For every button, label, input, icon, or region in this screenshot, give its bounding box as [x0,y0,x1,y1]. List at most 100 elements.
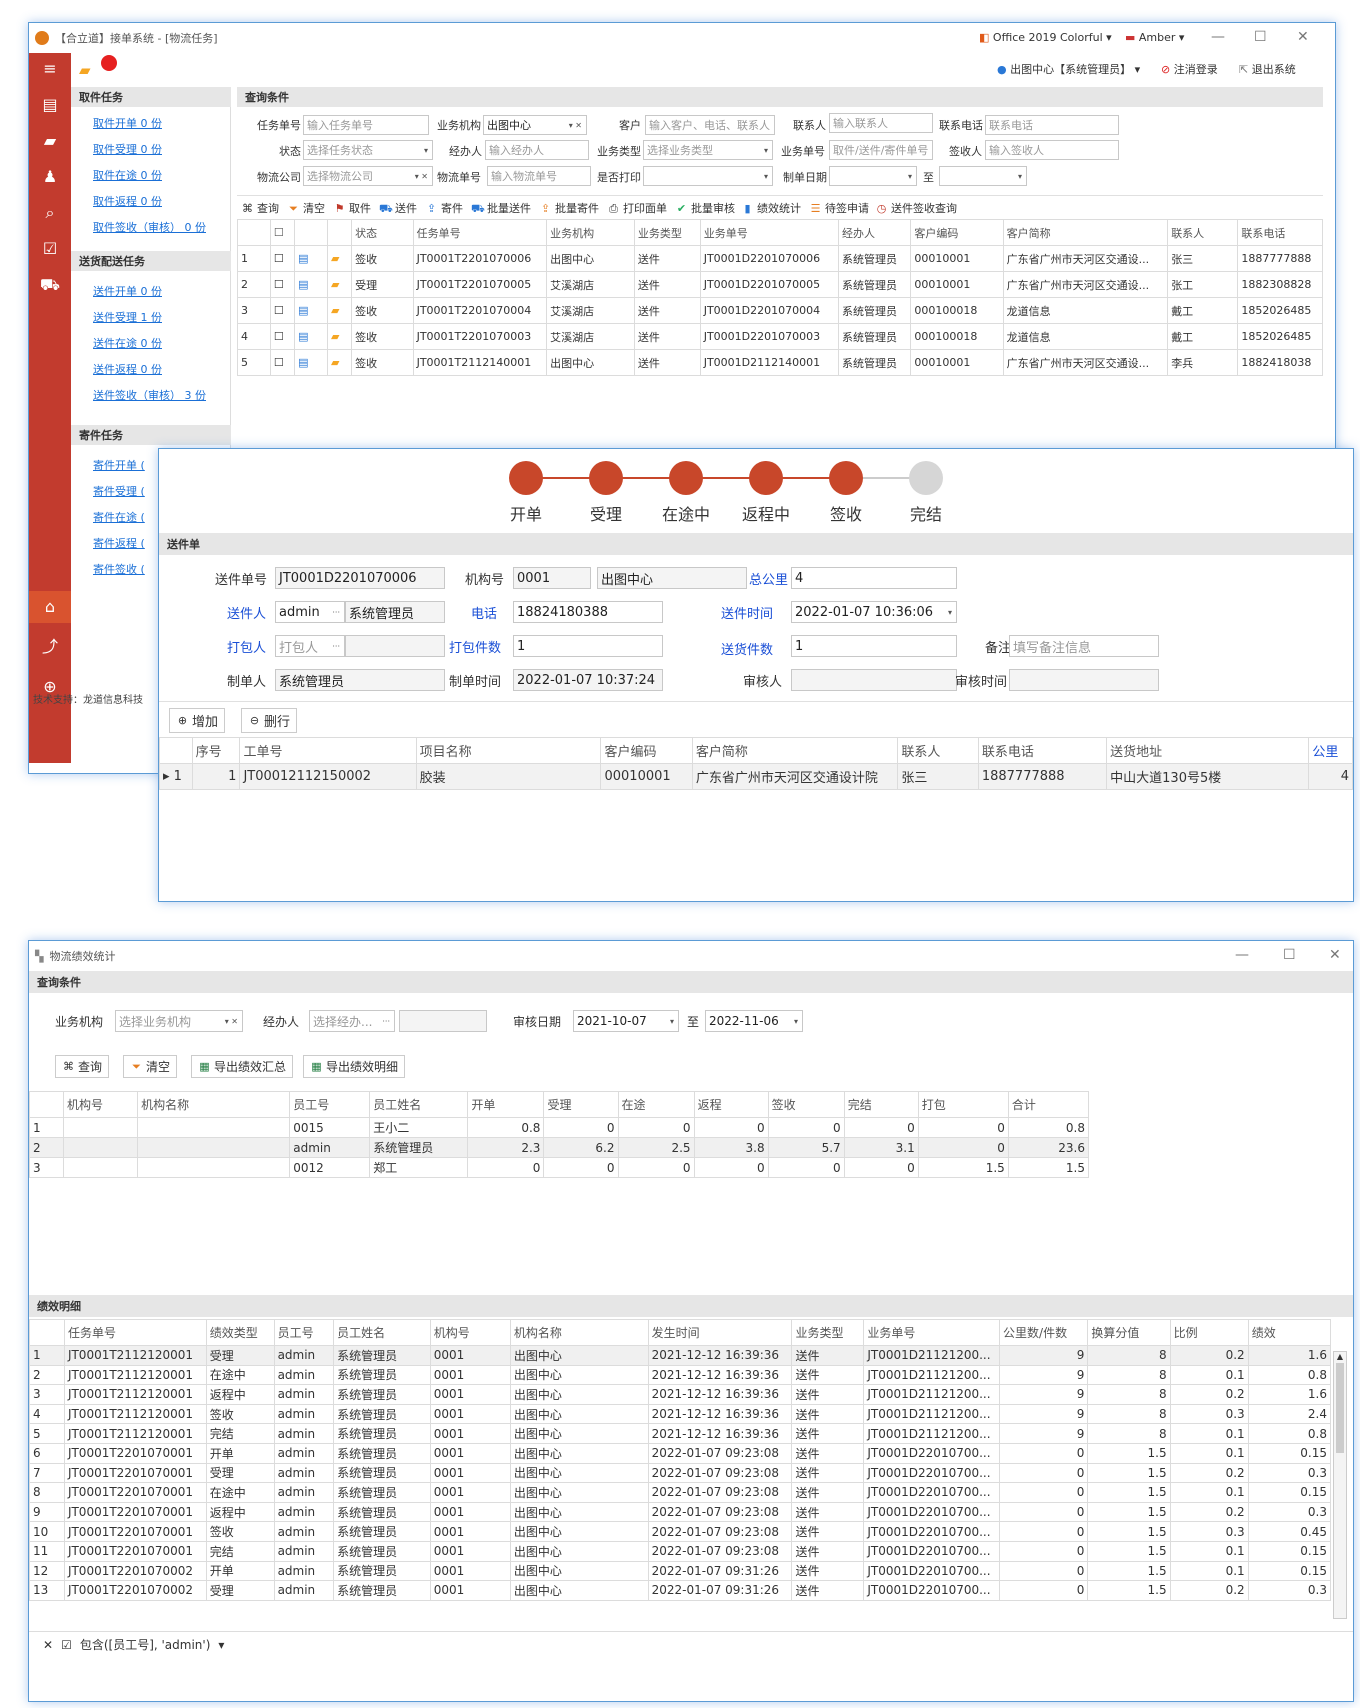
col-header[interactable]: 机构号 [63,1091,139,1118]
view-doc-icon[interactable]: ▤ [294,245,328,272]
users-icon[interactable]: ♟ [29,161,71,193]
table-row[interactable]: 1 JT0001T2112120001 受理 admin 系统管理员 0001 出图中心 20… [29,1345,1332,1366]
row-checkbox[interactable]: ☐ [269,349,296,376]
add-row-button[interactable]: ⊕ 增加 [169,708,226,733]
task-no-input[interactable]: 输入任务单号 [303,115,429,135]
home-icon[interactable]: ⌂ [29,591,71,623]
col-header[interactable]: 机构名称 [509,1319,649,1346]
col-header[interactable]: 绩效 [1247,1319,1332,1346]
phone-input[interactable]: 18824180388 [513,601,663,623]
col-header[interactable]: 发生时间 [647,1319,793,1346]
col-header[interactable]: 合计 [1007,1091,1090,1118]
nav-link[interactable]: 寄件签收 ( [93,561,145,577]
table-row[interactable]: 13 JT0001T2201070002 受理 admin 系统管理员 0001 出图中心 2… [29,1580,1332,1601]
logistics-no-input[interactable]: 输入物流单号 [487,166,591,186]
ellipsis-icon[interactable]: ··· [332,642,340,651]
biz-type-select[interactable]: 选择业务类型 ▾ [643,140,773,160]
table-row[interactable]: 10 JT0001T2201070001 签收 admin 系统管理员 0001 出图中心 2… [29,1521,1332,1542]
view-doc-icon[interactable]: ▤ [294,297,328,324]
export-summary-button[interactable]: ▦ 导出绩效汇总 [191,1055,294,1078]
table-row[interactable]: 6 JT0001T2201070001 开单 admin 系统管理员 0001 出图中心 20… [29,1442,1332,1464]
dropdown-icon[interactable]: ▾ [764,172,768,181]
contact-input[interactable]: 输入联系人 [829,113,933,133]
col-header[interactable]: 签收 [767,1091,845,1118]
col-header[interactable]: 员工姓名 [333,1319,431,1346]
logistics-select[interactable]: 选择物流公司 ▾ ✕ [303,166,433,186]
biz-no-input[interactable]: 取件/送件/寄件单号 [829,140,933,160]
nav-link[interactable]: 送件受理 1 份 [93,309,162,325]
user-selector[interactable]: ▬ Amber ▾ [1125,31,1184,44]
packer-input[interactable]: 打包人 ··· [275,635,345,657]
perf-stats-button[interactable]: ▮ 绩效统计 [741,200,801,216]
message-icon[interactable]: ▰ [79,61,91,79]
table-row[interactable]: 5 JT0001T2112120001 完结 admin 系统管理员 0001 出图中心 20… [29,1423,1332,1444]
theme-selector[interactable]: ◧ Office 2019 Colorful ▾ [979,31,1112,44]
date-from-input[interactable]: ▾ [829,166,917,186]
dropdown-icon[interactable]: ▾ [670,1017,674,1026]
col-header[interactable]: 完结 [843,1091,919,1118]
message-icon[interactable]: ▰ [326,323,353,350]
col-header[interactable]: 客户编码 [910,219,1004,246]
table-row[interactable]: 3 0012 郑工 0 0 0 0 0 0 1.5 1.5 [28,1157,1090,1178]
clear-filter-icon[interactable]: ✕ [43,1638,53,1652]
exit-button[interactable]: ⇱ 退出系统 [1239,61,1296,77]
nav-link[interactable]: 送件在途 0 份 [93,335,162,351]
perf-org-select[interactable]: 选择业务机构 ▾ ✕ [115,1010,243,1032]
scroll-up-icon[interactable]: ▲ [1334,1352,1346,1361]
col-header[interactable]: 公里 [1308,737,1353,764]
pickup-button[interactable]: ⚑ 取件 [333,200,371,216]
message-icon[interactable]: ▰ [326,297,353,324]
nav-link[interactable]: 寄件受理 ( [93,483,145,499]
col-header[interactable]: 客户编码 [600,737,693,764]
col-header[interactable]: 换算分值 [1087,1319,1171,1346]
org-select[interactable]: 出图中心 ▾ ✕ [483,115,587,135]
row-checkbox[interactable]: ☐ [269,271,296,298]
nav-link[interactable]: 寄件返程 ( [93,535,145,551]
col-header[interactable]: 工单号 [239,737,417,764]
minimize-icon[interactable]: — [1235,947,1249,963]
message-icon[interactable]: ▰ [326,349,353,376]
col-header[interactable]: 任务单号 [63,1319,207,1346]
table-row[interactable]: 2 JT0001T2112120001 在途中 admin 系统管理员 0001 出图中心 2… [29,1364,1332,1386]
maximize-icon[interactable]: ☐ [1254,29,1267,45]
send-count-input[interactable]: 1 [791,635,957,657]
dropdown-icon[interactable]: ▾ [424,146,428,155]
sign-query-button[interactable]: ◷ 送件签收查询 [875,200,957,216]
chat-icon[interactable]: ▰ [29,125,71,157]
printed-select[interactable]: ▾ [643,166,773,186]
batch-audit-button[interactable]: ✔ 批量审核 [675,200,735,216]
nav-link[interactable]: 取件开单 0 份 [93,115,162,131]
col-header[interactable]: 业务机构 [546,219,635,246]
perf-agent-input[interactable]: 选择经办... ··· [309,1010,395,1032]
col-header[interactable]: 客户简称 [691,737,899,764]
table-row[interactable]: 2 admin 系统管理员 2.3 6.2 2.5 3.8 5.7 3.1 0 23.6 [28,1137,1090,1158]
detail-scrollbar[interactable]: ▲ [1333,1351,1347,1619]
row-checkbox[interactable]: ☐ [269,297,296,324]
col-header[interactable]: 公里数/件数 [999,1319,1089,1346]
row-checkbox[interactable]: ☐ [269,323,296,350]
message-icon[interactable]: ▰ [326,245,353,272]
dropdown-icon[interactable]: ▾ [908,172,912,181]
col-header[interactable]: 联系人 [897,737,979,764]
filter-checkbox[interactable]: ☑ [61,1638,72,1652]
col-header[interactable]: 返程 [693,1091,769,1118]
dropdown-icon[interactable]: ▾ [764,146,768,155]
table-row[interactable]: 4 ☐ ▤ ▰ 签收 JT0001T2201070003 艾溪湖店 送件 JT0001D2201… [237,323,1323,350]
dropdown-icon[interactable]: ▾ ✕ [415,172,428,181]
table-row[interactable]: 11 JT0001T2201070001 完结 admin 系统管理员 0001 出图中心 2… [29,1540,1332,1562]
col-header[interactable]: 员工姓名 [369,1091,469,1118]
deliver-button[interactable]: ⛟ 送件 [379,200,417,216]
export-detail-button[interactable]: ▦ 导出绩效明细 [303,1055,406,1078]
batch-send-button[interactable]: ⇪ 批量寄件 [539,200,599,216]
col-header[interactable]: 员工号 [273,1319,335,1346]
chart-icon[interactable]: ⤴ [29,631,71,663]
ellipsis-icon[interactable]: ··· [332,608,340,617]
nav-link[interactable]: 取件在途 0 份 [93,167,162,183]
table-row[interactable]: 7 JT0001T2201070001 受理 admin 系统管理员 0001 出图中心 20… [29,1462,1332,1484]
delete-row-button[interactable]: ⊖ 删行 [241,708,298,733]
nav-link[interactable]: 送件签收（审核） 3 份 [93,387,206,403]
col-header[interactable]: 联系电话 [1237,219,1323,246]
table-row[interactable]: 5 ☐ ▤ ▰ 签收 JT0001T2112140001 出图中心 送件 JT0001D2112… [237,349,1323,376]
perf-clear-button[interactable]: ⏷ 清空 [123,1055,178,1078]
row-checkbox[interactable]: ☐ [269,245,296,272]
